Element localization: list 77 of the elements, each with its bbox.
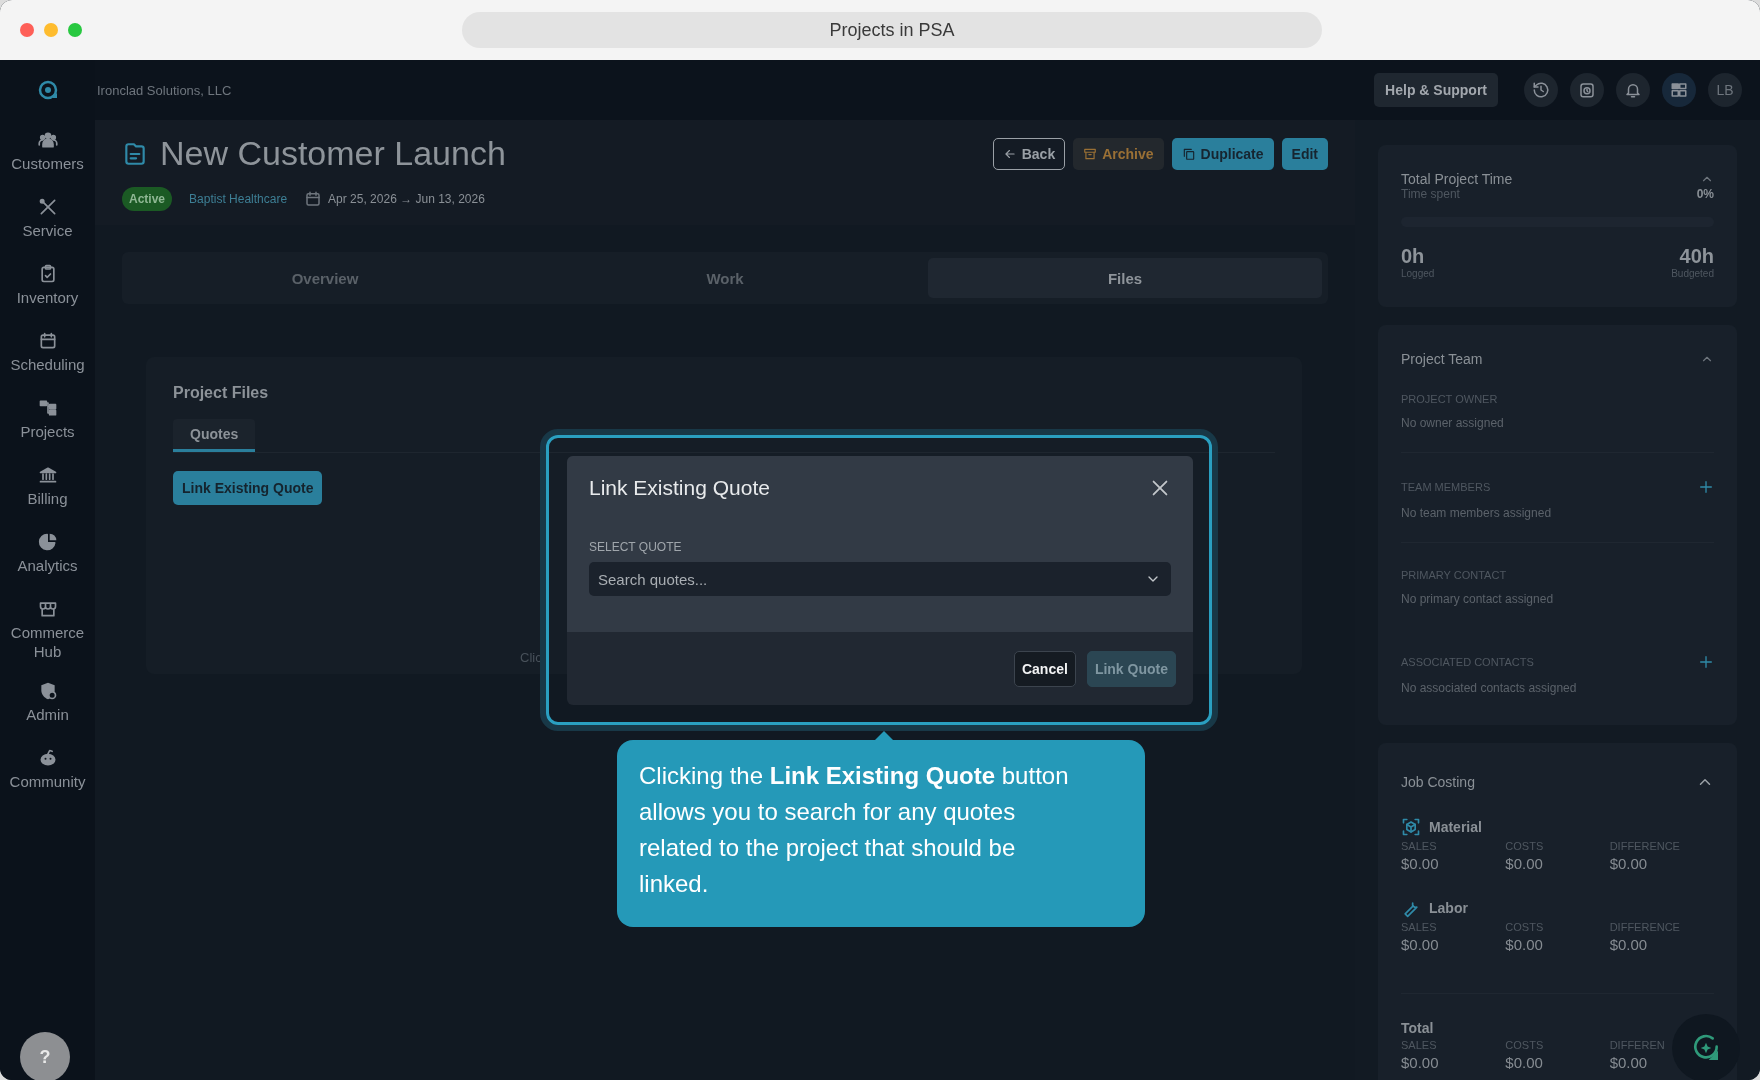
dialog-title: Link Existing Quote xyxy=(589,476,770,500)
section-value: No owner assigned xyxy=(1401,416,1505,430)
help-support-button[interactable]: Help & Support xyxy=(1374,73,1498,107)
link-quote-button[interactable]: Link Existing Quote xyxy=(173,471,323,505)
card-title: Job Costing xyxy=(1401,774,1475,790)
tooltip-text: Clicking the Link Existing Quote button allows you to search for any quotes related to the project that should be linked. xyxy=(639,761,1070,899)
sidebar-item[interactable]: Inventory xyxy=(0,254,95,321)
copy-icon xyxy=(1181,146,1196,161)
notifications-button[interactable] xyxy=(1616,73,1650,107)
timer-button[interactable] xyxy=(1570,73,1604,107)
sidebar-item[interactable]: Commerce Hub xyxy=(0,589,95,671)
history-button[interactable] xyxy=(1524,73,1558,107)
people-icon xyxy=(37,130,58,150)
amount: $0.00 xyxy=(1609,855,1649,872)
sidebar-item[interactable]: Community xyxy=(0,738,95,805)
sidebar-item[interactable]: Analytics xyxy=(0,522,95,589)
amount: $0.00 xyxy=(1609,1054,1649,1071)
add-button[interactable] xyxy=(1698,654,1714,670)
date-range: Apr 25, 2026 → Jun 13, 2026 xyxy=(328,192,485,206)
hierarchy-icon xyxy=(37,398,58,418)
sidebar-item[interactable]: Billing xyxy=(0,455,95,522)
company-name: Ironclad Solutions, LLC xyxy=(97,82,233,98)
field-label: SELECT QUOTE xyxy=(589,540,683,554)
amount: $0.00 xyxy=(1505,855,1544,872)
document-icon xyxy=(122,140,148,167)
dashboard-button[interactable] xyxy=(1662,73,1696,107)
search-field[interactable]: Search quotes... xyxy=(589,562,1171,596)
cube-icon xyxy=(1401,817,1421,837)
bell-icon xyxy=(1624,81,1642,99)
group-title: Labor xyxy=(1429,900,1468,916)
add-button[interactable] xyxy=(1698,479,1714,495)
section-value: No team members assigned xyxy=(1401,506,1553,520)
sidebar-item[interactable]: Customers xyxy=(0,120,95,187)
hours-value: 40h xyxy=(1679,245,1714,268)
history-icon xyxy=(1532,81,1550,99)
sidebar-item[interactable]: Scheduling xyxy=(0,321,95,388)
hours-value: 0h xyxy=(1401,245,1426,268)
calendar-icon xyxy=(304,190,323,208)
section-value: No associated contacts assigned xyxy=(1401,681,1578,695)
plus-icon xyxy=(1698,654,1714,670)
close-window-button[interactable] xyxy=(20,23,34,37)
group-title: Material xyxy=(1429,819,1482,835)
back-button[interactable]: Back xyxy=(992,137,1066,170)
customer-link[interactable]: Baptist Healthcare xyxy=(189,192,288,206)
archive-icon xyxy=(1083,146,1098,161)
amount: $0.00 xyxy=(1505,936,1544,953)
tab[interactable]: Quotes xyxy=(173,419,256,452)
group-title: Total xyxy=(1401,1020,1434,1036)
percent-text: 0% xyxy=(1696,187,1714,201)
clock-icon xyxy=(1578,81,1596,99)
duplicate-button[interactable]: Duplicate xyxy=(1171,137,1274,170)
card-title: Project Team xyxy=(1401,351,1483,367)
plus-icon xyxy=(1698,479,1714,495)
archive-button[interactable]: Archive xyxy=(1073,137,1164,170)
sidebar-item[interactable]: Service xyxy=(0,187,95,254)
project-title: New Customer Launch xyxy=(160,134,507,173)
user-avatar[interactable]: LB xyxy=(1708,73,1742,107)
amount: $0.00 xyxy=(1401,855,1440,872)
pie-chart-icon xyxy=(37,532,58,552)
tools-icon xyxy=(37,197,58,217)
card-title: Total Project Time xyxy=(1401,171,1513,187)
cancel-button[interactable]: Cancel xyxy=(1013,650,1076,687)
amount: $0.00 xyxy=(1505,1054,1544,1071)
grid-icon xyxy=(1670,81,1688,99)
tab[interactable]: Files xyxy=(928,258,1322,298)
card-title: Project Files xyxy=(173,384,270,402)
amount: $0.00 xyxy=(1609,936,1649,953)
edit-button[interactable]: Edit xyxy=(1281,137,1328,170)
sidebar-item[interactable]: Admin xyxy=(0,671,95,738)
sidebar-item[interactable]: Projects xyxy=(0,388,95,455)
bank-icon xyxy=(37,465,58,485)
amount: $0.00 xyxy=(1401,936,1440,953)
address-bar[interactable]: Projects in PSA xyxy=(462,12,1322,48)
status-badge: Active xyxy=(122,187,173,211)
amount: $0.00 xyxy=(1401,1054,1440,1071)
storefront-icon xyxy=(37,599,58,619)
section-value: No primary contact assigned xyxy=(1401,592,1555,606)
